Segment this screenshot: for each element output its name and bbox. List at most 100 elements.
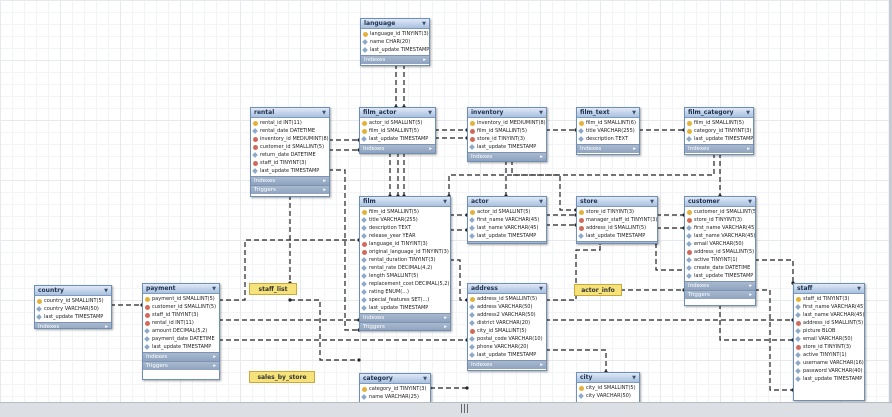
dropdown-arrow-icon[interactable]: ▼ — [212, 286, 216, 292]
field-row[interactable]: last_update TIMESTAMP — [360, 135, 435, 143]
field-row[interactable]: category_id TINYINT(3) — [360, 385, 430, 393]
field-row[interactable]: password VARCHAR(40) — [794, 367, 864, 375]
dropdown-arrow-icon[interactable]: ▼ — [322, 110, 326, 116]
field-row[interactable]: last_update TIMESTAMP — [794, 375, 864, 383]
relationship-line[interactable] — [449, 259, 467, 301]
dropdown-arrow-icon[interactable]: ▼ — [428, 110, 432, 116]
expand-arrow-icon[interactable]: ▸ — [540, 154, 543, 160]
field-row[interactable]: customer_id SMALLINT(5) — [685, 208, 755, 216]
field-row[interactable]: picture BLOB — [794, 327, 864, 335]
field-row[interactable]: rental_duration TINYINT(3) — [360, 256, 450, 264]
table-header[interactable]: rental ▼ — [251, 108, 329, 118]
field-row[interactable]: description TEXT — [577, 135, 639, 143]
view-note-actor-info[interactable]: actor_info — [574, 284, 622, 296]
triggers-section[interactable]: Triggers ▸ — [251, 185, 329, 194]
expand-arrow-icon[interactable]: ▸ — [444, 315, 447, 321]
field-row[interactable]: first_name VARCHAR(45) — [794, 303, 864, 311]
field-row[interactable]: last_update TIMESTAMP — [685, 272, 755, 280]
table-header[interactable]: film_actor ▼ — [360, 108, 435, 118]
field-row[interactable]: rental_id INT(11) — [251, 119, 329, 127]
field-row[interactable]: original_language_id TINYINT(3) — [360, 248, 450, 256]
table-staff[interactable]: staff ▼ staff_id TINYINT(3) first_name VARC… — [793, 283, 865, 401]
field-row[interactable]: category_id TINYINT(3) — [685, 127, 753, 135]
field-row[interactable]: rental_rate DECIMAL(4,2) — [360, 264, 450, 272]
expand-arrow-icon[interactable]: ▸ — [749, 292, 752, 298]
table-film-actor[interactable]: film_actor ▼ actor_id SMALLINT(5) film_id S… — [359, 107, 436, 154]
field-row[interactable]: name VARCHAR(25) — [360, 393, 430, 401]
field-row[interactable]: last_update TIMESTAMP — [361, 46, 429, 54]
table-header[interactable]: customer ▼ — [685, 197, 755, 207]
field-row[interactable]: postal_code VARCHAR(10) — [468, 335, 546, 343]
field-row[interactable]: last_name VARCHAR(45) — [685, 232, 755, 240]
field-row[interactable]: last_name VARCHAR(45) — [794, 311, 864, 319]
horizontal-scrollbar[interactable]: ||| — [0, 402, 892, 417]
field-row[interactable]: film_id SMALLINT(6) — [577, 119, 639, 127]
field-row[interactable]: active TINYINT(1) — [794, 351, 864, 359]
table-header[interactable]: city ▼ — [577, 373, 639, 383]
table-header[interactable]: payment ▼ — [143, 284, 219, 294]
triggers-section[interactable]: Triggers ▸ — [360, 322, 450, 330]
field-row[interactable]: email VARCHAR(50) — [794, 335, 864, 343]
triggers-section[interactable]: Triggers ▸ — [143, 361, 219, 370]
expand-arrow-icon[interactable]: ▸ — [213, 354, 216, 360]
table-film[interactable]: film ▼ film_id SMALLINT(5) title VARCHAR(25… — [359, 196, 451, 331]
field-row[interactable]: active TINYINT(1) — [685, 256, 755, 264]
field-row[interactable]: last_update TIMESTAMP — [468, 143, 546, 151]
field-row[interactable]: last_update TIMESTAMP — [35, 313, 111, 321]
field-row[interactable]: actor_id SMALLINT(5) — [468, 208, 546, 216]
field-row[interactable]: rental_id INT(11) — [143, 319, 219, 327]
field-row[interactable]: title VARCHAR(255) — [577, 127, 639, 135]
field-row[interactable]: address2 VARCHAR(50) — [468, 311, 546, 319]
field-row[interactable]: staff_id TINYINT(3) — [794, 295, 864, 303]
resize-grip-icon[interactable]: ||| — [460, 404, 469, 414]
field-row[interactable]: film_id SMALLINT(5) — [360, 127, 435, 135]
indexes-section[interactable]: Indexes ▸ — [577, 144, 639, 153]
field-row[interactable]: payment_id SMALLINT(5) — [143, 295, 219, 303]
field-row[interactable]: city VARCHAR(50) — [577, 392, 639, 400]
field-row[interactable]: language_id TINYINT(3) — [360, 240, 450, 248]
field-row[interactable]: last_update TIMESTAMP — [468, 232, 546, 240]
expand-arrow-icon[interactable]: ▸ — [423, 57, 426, 63]
field-row[interactable]: create_date DATETIME — [685, 264, 755, 272]
table-header[interactable]: language ▼ — [361, 19, 429, 29]
indexes-section[interactable]: Indexes ▸ — [361, 55, 429, 64]
relationship-line[interactable] — [328, 169, 359, 331]
dropdown-arrow-icon[interactable]: ▼ — [539, 199, 543, 205]
field-row[interactable]: address_id SMALLINT(5) — [794, 319, 864, 327]
table-country[interactable]: country ▼ country_id SMALLINT(5) country VA… — [34, 285, 112, 329]
dropdown-arrow-icon[interactable]: ▼ — [423, 376, 427, 382]
dropdown-arrow-icon[interactable]: ▼ — [539, 286, 543, 292]
expand-arrow-icon[interactable]: ▸ — [323, 187, 326, 193]
field-row[interactable]: first_name VARCHAR(45) — [468, 216, 546, 224]
dropdown-arrow-icon[interactable]: ▼ — [539, 110, 543, 116]
table-store[interactable]: store ▼ store_id TINYINT(3) manager_staff_i… — [576, 196, 658, 244]
expand-arrow-icon[interactable]: ▸ — [633, 146, 636, 152]
indexes-section[interactable]: Indexes ▸ — [360, 144, 435, 153]
indexes-section[interactable]: Indexes ▸ — [685, 281, 755, 290]
table-language[interactable]: language ▼ language_id TINYINT(3) name CHAR… — [360, 18, 430, 66]
indexes-section[interactable]: Indexes ▸ — [685, 144, 753, 153]
expand-arrow-icon[interactable]: ▸ — [444, 324, 447, 330]
table-film-category[interactable]: film_category ▼ film_id SMALLINT(5) categor… — [684, 107, 754, 155]
field-row[interactable]: rental_date DATETIME — [251, 127, 329, 135]
view-note-staff-list[interactable]: staff_list — [249, 283, 297, 295]
dropdown-arrow-icon[interactable]: ▼ — [422, 21, 426, 27]
field-row[interactable]: staff_id TINYINT(3) — [143, 311, 219, 319]
table-header[interactable]: store ▼ — [577, 197, 657, 207]
table-header[interactable]: actor ▼ — [468, 197, 546, 207]
field-row[interactable]: customer_id SMALLINT(5) — [251, 143, 329, 151]
field-row[interactable]: rating ENUM(...) — [360, 288, 450, 296]
field-row[interactable]: address VARCHAR(50) — [468, 303, 546, 311]
dropdown-arrow-icon[interactable]: ▼ — [104, 288, 108, 294]
relationship-line[interactable] — [545, 349, 607, 372]
expand-arrow-icon[interactable]: ▸ — [651, 243, 654, 244]
field-row[interactable]: description TEXT — [360, 224, 450, 232]
table-header[interactable]: film_category ▼ — [685, 108, 753, 118]
field-row[interactable]: country_id SMALLINT(5) — [35, 297, 111, 305]
view-note-sales-by-store[interactable]: sales_by_store — [249, 371, 315, 383]
field-row[interactable]: film_id SMALLINT(5) — [360, 208, 450, 216]
table-customer[interactable]: customer ▼ customer_id SMALLINT(5) store_id… — [684, 196, 756, 306]
field-row[interactable]: store_id TINYINT(3) — [577, 208, 657, 216]
table-header[interactable]: film_text ▼ — [577, 108, 639, 118]
field-row[interactable]: city_id SMALLINT(5) — [577, 384, 639, 392]
